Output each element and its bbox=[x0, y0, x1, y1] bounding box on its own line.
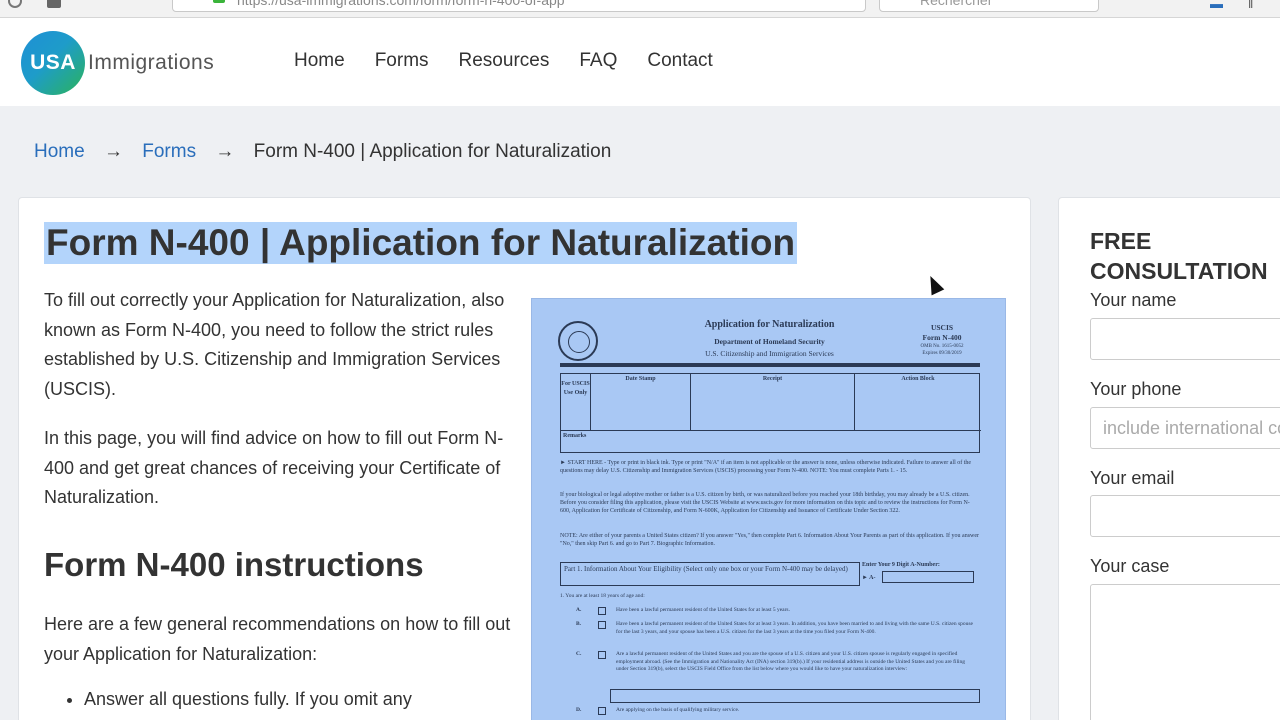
form-image-number: Form N-400 bbox=[922, 333, 962, 342]
name-label: Your name bbox=[1090, 290, 1177, 310]
breadcrumb: Home → Forms → Form N-400 | Application … bbox=[34, 141, 611, 163]
form-image-omb: OMB No. 1615-0052 bbox=[920, 344, 964, 349]
name-field[interactable] bbox=[1090, 318, 1280, 360]
form-image-col-date: Date Stamp bbox=[591, 374, 691, 430]
form-image-id-block: USCIS Form N-400 OMB No. 1615-0052 Expir… bbox=[907, 323, 977, 357]
intro-paragraph-2: In this page, you will find advice on ho… bbox=[44, 428, 504, 507]
browser-search-field[interactable]: Rechercher bbox=[879, 0, 1099, 12]
tab-icon[interactable] bbox=[47, 0, 61, 8]
case-textarea[interactable] bbox=[1090, 584, 1280, 720]
form-image-anumber-prefix: ► A- bbox=[862, 575, 876, 581]
form-image-anumber-boxes bbox=[882, 571, 974, 583]
intro-paragraph-1: To fill out correctly your Application f… bbox=[44, 290, 505, 399]
search-placeholder: Rechercher bbox=[920, 0, 993, 8]
email-field[interactable] bbox=[1090, 495, 1280, 537]
browser-toolbar: https://usa-immigrations.com/form/form-n… bbox=[0, 0, 1280, 18]
breadcrumb-separator: → bbox=[103, 141, 123, 162]
form-image-note: NOTE: Are either of your parents a Unite… bbox=[560, 533, 980, 547]
phone-field[interactable]: include international code bbox=[1090, 407, 1280, 449]
form-image-field-office-input bbox=[610, 689, 980, 703]
main-content: Form N-400 | Application for Naturalizat… bbox=[18, 197, 1031, 720]
breadcrumb-current: Form N-400 | Application for Naturalizat… bbox=[253, 141, 612, 162]
form-image-item-a: A. Have been a lawful permanent resident… bbox=[560, 607, 980, 617]
instructions-list: Answer all questions fully. If you omit … bbox=[64, 689, 412, 710]
account-icon[interactable]: ▬ bbox=[1210, 0, 1223, 11]
consultation-sidebar: FREE CONSULTATION Your name Your phone i… bbox=[1058, 197, 1280, 720]
email-label: Your email bbox=[1090, 468, 1175, 488]
url-text: https://usa-immigrations.com/form/form-n… bbox=[237, 0, 565, 8]
form-image-col-action: Action Block bbox=[901, 376, 935, 382]
consultation-title: FREE CONSULTATION bbox=[1090, 228, 1268, 284]
section-title: Form N-400 instructions bbox=[44, 546, 424, 583]
form-image-col-receipt: Receipt bbox=[691, 374, 855, 430]
logo-mark[interactable]: USA bbox=[21, 31, 85, 95]
phone-label: Your phone bbox=[1090, 379, 1182, 399]
breadcrumb-home[interactable]: Home bbox=[34, 141, 85, 162]
form-image-remarks: Remarks bbox=[561, 430, 981, 441]
form-image-item-text: Are applying on the basis of qualifying … bbox=[616, 707, 740, 713]
section-intro: Here are a few general recommendations o… bbox=[44, 614, 511, 664]
breadcrumb-forms[interactable]: Forms bbox=[142, 141, 196, 162]
form-image-checkbox bbox=[598, 651, 606, 659]
form-image-uscis: USCIS bbox=[930, 323, 954, 332]
nav-contact[interactable]: Contact bbox=[647, 50, 712, 72]
form-image-anumber-label: Enter Your 9 Digit A-Number: bbox=[862, 562, 940, 568]
nav-forms[interactable]: Forms bbox=[375, 50, 429, 72]
form-image-part1: Part 1. Information About Your Eligibili… bbox=[560, 562, 860, 586]
form-image-office-box: For USCIS Use Only Date Stamp Receipt Ac… bbox=[560, 373, 981, 453]
library-icon[interactable]: ‖ bbox=[1248, 0, 1253, 11]
phone-placeholder: include international code bbox=[1103, 418, 1280, 438]
form-image-expires: Expires 09/30/2019 bbox=[922, 351, 962, 356]
nav-home[interactable]: Home bbox=[294, 50, 345, 72]
list-item: Answer all questions fully. If you omit … bbox=[84, 689, 412, 710]
case-label: Your case bbox=[1090, 556, 1170, 576]
form-image-item-text: Have been a lawful permanent resident of… bbox=[616, 621, 973, 635]
address-bar[interactable]: https://usa-immigrations.com/form/form-n… bbox=[172, 0, 866, 12]
form-image-start-here: ► START HERE - Type or print in black in… bbox=[560, 460, 972, 474]
form-image-checkbox bbox=[598, 707, 606, 715]
nav-resources[interactable]: Resources bbox=[459, 50, 550, 72]
form-image-paragraph: If your biological or legal adoptive mot… bbox=[560, 492, 970, 514]
form-image-item-b: B. Have been a lawful permanent resident… bbox=[560, 621, 980, 647]
intro-text: To fill out correctly your Application f… bbox=[44, 286, 514, 533]
main-nav: Home Forms Resources FAQ Contact bbox=[294, 50, 743, 72]
form-image-rule bbox=[560, 363, 980, 367]
logo-wordmark[interactable]: Immigrations bbox=[88, 51, 214, 75]
form-image-checkbox bbox=[598, 621, 606, 629]
form-image-anumber: Enter Your 9 Digit A-Number: ► A- bbox=[862, 562, 980, 583]
form-image-checkbox bbox=[598, 607, 606, 615]
form-image-item-letter: C. bbox=[576, 651, 582, 657]
breadcrumb-separator: → bbox=[215, 141, 235, 162]
site-header: USA Immigrations Home Forms Resources FA… bbox=[0, 18, 1280, 106]
form-image-item-d: D. Are applying on the basis of qualifyi… bbox=[560, 707, 980, 717]
form-image-item-text: Have been a lawful permanent resident of… bbox=[616, 607, 790, 613]
form-image-item-c: C. Are a lawful permanent resident of th… bbox=[560, 651, 980, 687]
form-image-item-letter: D. bbox=[576, 707, 582, 713]
reload-icon[interactable] bbox=[8, 0, 22, 8]
lock-icon bbox=[213, 0, 225, 3]
nav-faq[interactable]: FAQ bbox=[579, 50, 617, 72]
page-title: Form N-400 | Application for Naturalizat… bbox=[44, 222, 798, 264]
form-image-item-letter: A. bbox=[576, 607, 582, 613]
form-image-item-text: Are a lawful permanent resident of the U… bbox=[616, 651, 966, 672]
form-image-item-letter: B. bbox=[576, 621, 582, 627]
form-image-item-1: 1. You are at least 18 years of age and: bbox=[560, 593, 645, 599]
form-image-col-for: For USCIS Use Only bbox=[561, 374, 591, 430]
form-n400-preview-image[interactable]: Application for Naturalization Departmen… bbox=[531, 298, 1006, 720]
